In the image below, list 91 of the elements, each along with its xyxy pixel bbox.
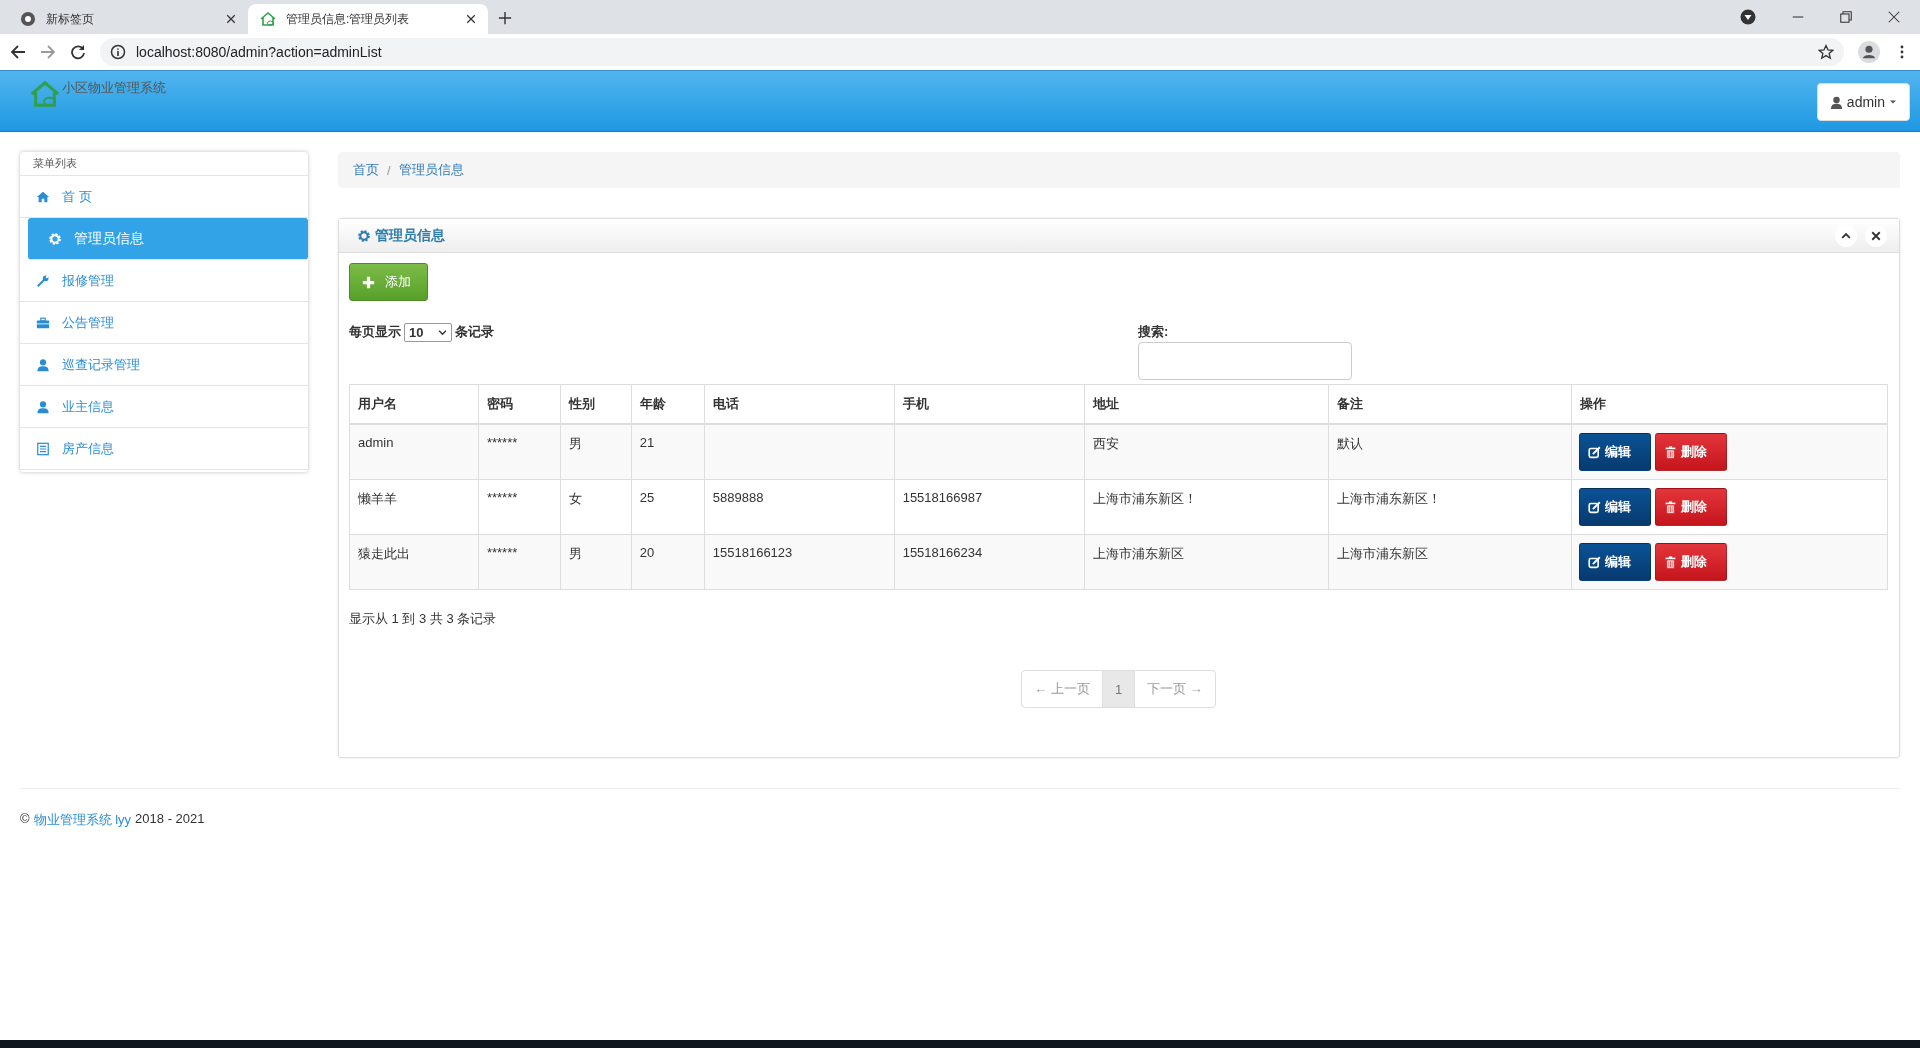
- edit-button[interactable]: 编辑: [1579, 488, 1652, 526]
- user-icon: [36, 399, 50, 414]
- table-cell: 默认: [1328, 424, 1572, 480]
- user-menu-button[interactable]: admin: [1816, 83, 1910, 121]
- table-cell: 15518166123: [704, 534, 895, 590]
- page-size-label: 条记录: [455, 323, 494, 341]
- sidebar-item[interactable]: 管理员信息: [28, 218, 308, 260]
- forward-icon[interactable]: [40, 44, 56, 60]
- table-cell: 25: [631, 479, 705, 535]
- browser-tab[interactable]: 新标签页: [8, 4, 248, 34]
- address-bar[interactable]: localhost:8080/admin?action=adminList: [100, 38, 1844, 66]
- table-cell: ******: [478, 424, 561, 480]
- panel-title: 管理员信息: [375, 226, 445, 245]
- close-icon: [1871, 230, 1881, 241]
- collapse-button[interactable]: [1835, 224, 1857, 247]
- copyright-text: 2018 - 2021: [135, 811, 205, 828]
- copyright-text: ©: [20, 811, 30, 828]
- profile-icon[interactable]: [1858, 41, 1880, 63]
- pagination-link[interactable]: 1: [1101, 670, 1136, 708]
- edit-button[interactable]: 编辑: [1579, 433, 1652, 471]
- star-icon[interactable]: [1818, 44, 1834, 60]
- delete-button[interactable]: 删除: [1655, 488, 1728, 526]
- app-title: 小区物业管理系统: [62, 79, 166, 97]
- reload-icon[interactable]: [70, 44, 86, 60]
- footer-link[interactable]: 物业管理系统 lyy: [33, 811, 132, 829]
- table-cell: 15518166234: [894, 534, 1085, 590]
- house-logo-icon: [30, 79, 60, 109]
- edit-icon: [1588, 445, 1602, 459]
- plus-icon[interactable]: [498, 11, 512, 25]
- table-cell: 西安: [1084, 424, 1329, 480]
- delete-button[interactable]: 删除: [1655, 433, 1728, 471]
- sidebar-item[interactable]: 房产信息: [20, 428, 308, 470]
- close-icon[interactable]: [1888, 11, 1900, 23]
- wrench-icon: [36, 273, 50, 288]
- info-icon: [110, 44, 126, 60]
- back-icon[interactable]: [10, 44, 26, 60]
- table-info-text: 显示从 1 到 3 共 3 条记录: [349, 610, 498, 628]
- plus-icon: [362, 275, 375, 289]
- table-cell: 15518166987: [894, 479, 1085, 535]
- close-icon[interactable]: [226, 14, 236, 24]
- table-cell: 上海市浦东新区: [1328, 534, 1572, 590]
- breadcrumb-separator: /: [387, 162, 391, 178]
- edit-icon: [1588, 555, 1602, 569]
- table-cell: 女: [560, 479, 632, 535]
- delete-button[interactable]: 删除: [1655, 543, 1728, 581]
- briefcase-icon: [36, 315, 50, 330]
- gear-icon: [48, 231, 62, 246]
- table-cell: 上海市浦东新区！: [1328, 479, 1572, 535]
- browser-tab[interactable]: 管理员信息:管理员列表: [248, 4, 488, 34]
- table-cell: ******: [478, 479, 561, 535]
- table-cell: 上海市浦东新区: [1084, 534, 1329, 590]
- sidebar-item[interactable]: 报修管理: [20, 260, 308, 302]
- add-button[interactable]: 添加: [349, 263, 428, 301]
- caret-icon: [1889, 98, 1897, 106]
- table-cell: 上海市浦东新区！: [1084, 479, 1329, 535]
- table-cell: 猿走此出: [349, 534, 479, 590]
- table-cell: 男: [560, 534, 632, 590]
- search-field[interactable]: [1138, 342, 1352, 380]
- page-size-label: 每页显示: [349, 323, 401, 341]
- edit-button[interactable]: 编辑: [1579, 543, 1652, 581]
- user-icon: [36, 357, 50, 372]
- house-icon: [260, 11, 276, 27]
- breadcrumb-link[interactable]: 管理员信息: [398, 161, 464, 179]
- close-icon[interactable]: [466, 14, 476, 24]
- edit-icon: [1588, 500, 1602, 514]
- gear-icon: [357, 228, 371, 243]
- search-label: 搜索:: [1138, 323, 1170, 341]
- list-icon: [36, 441, 50, 456]
- table-cell: 20: [631, 534, 705, 590]
- sidebar-item[interactable]: 巡查记录管理: [20, 344, 308, 386]
- sidebar-item[interactable]: 业主信息: [20, 386, 308, 428]
- close-button[interactable]: [1865, 224, 1887, 247]
- restore-icon[interactable]: [1840, 11, 1852, 23]
- breadcrumb-link[interactable]: 首页: [353, 161, 379, 179]
- table-cell: ******: [478, 534, 561, 590]
- table-cell: 懒羊羊: [349, 479, 479, 535]
- home-icon: [36, 189, 50, 204]
- table-cell: 5889888: [704, 479, 895, 535]
- table-cell: 21: [631, 424, 705, 480]
- trash-icon: [1664, 555, 1678, 569]
- sidebar-item[interactable]: 公告管理: [20, 302, 308, 344]
- trash-icon: [1664, 445, 1678, 459]
- chevron-down-icon: [438, 328, 447, 337]
- table-cell: 男: [560, 424, 632, 480]
- user-icon: [1829, 95, 1843, 109]
- sidebar-heading: 菜单列表: [20, 152, 308, 176]
- chevron-up-icon: [1841, 230, 1851, 241]
- trash-icon: [1664, 500, 1678, 514]
- dropdown-icon[interactable]: [1740, 9, 1756, 25]
- page-size-select[interactable]: 10: [404, 323, 452, 342]
- table-cell: admin: [349, 424, 479, 480]
